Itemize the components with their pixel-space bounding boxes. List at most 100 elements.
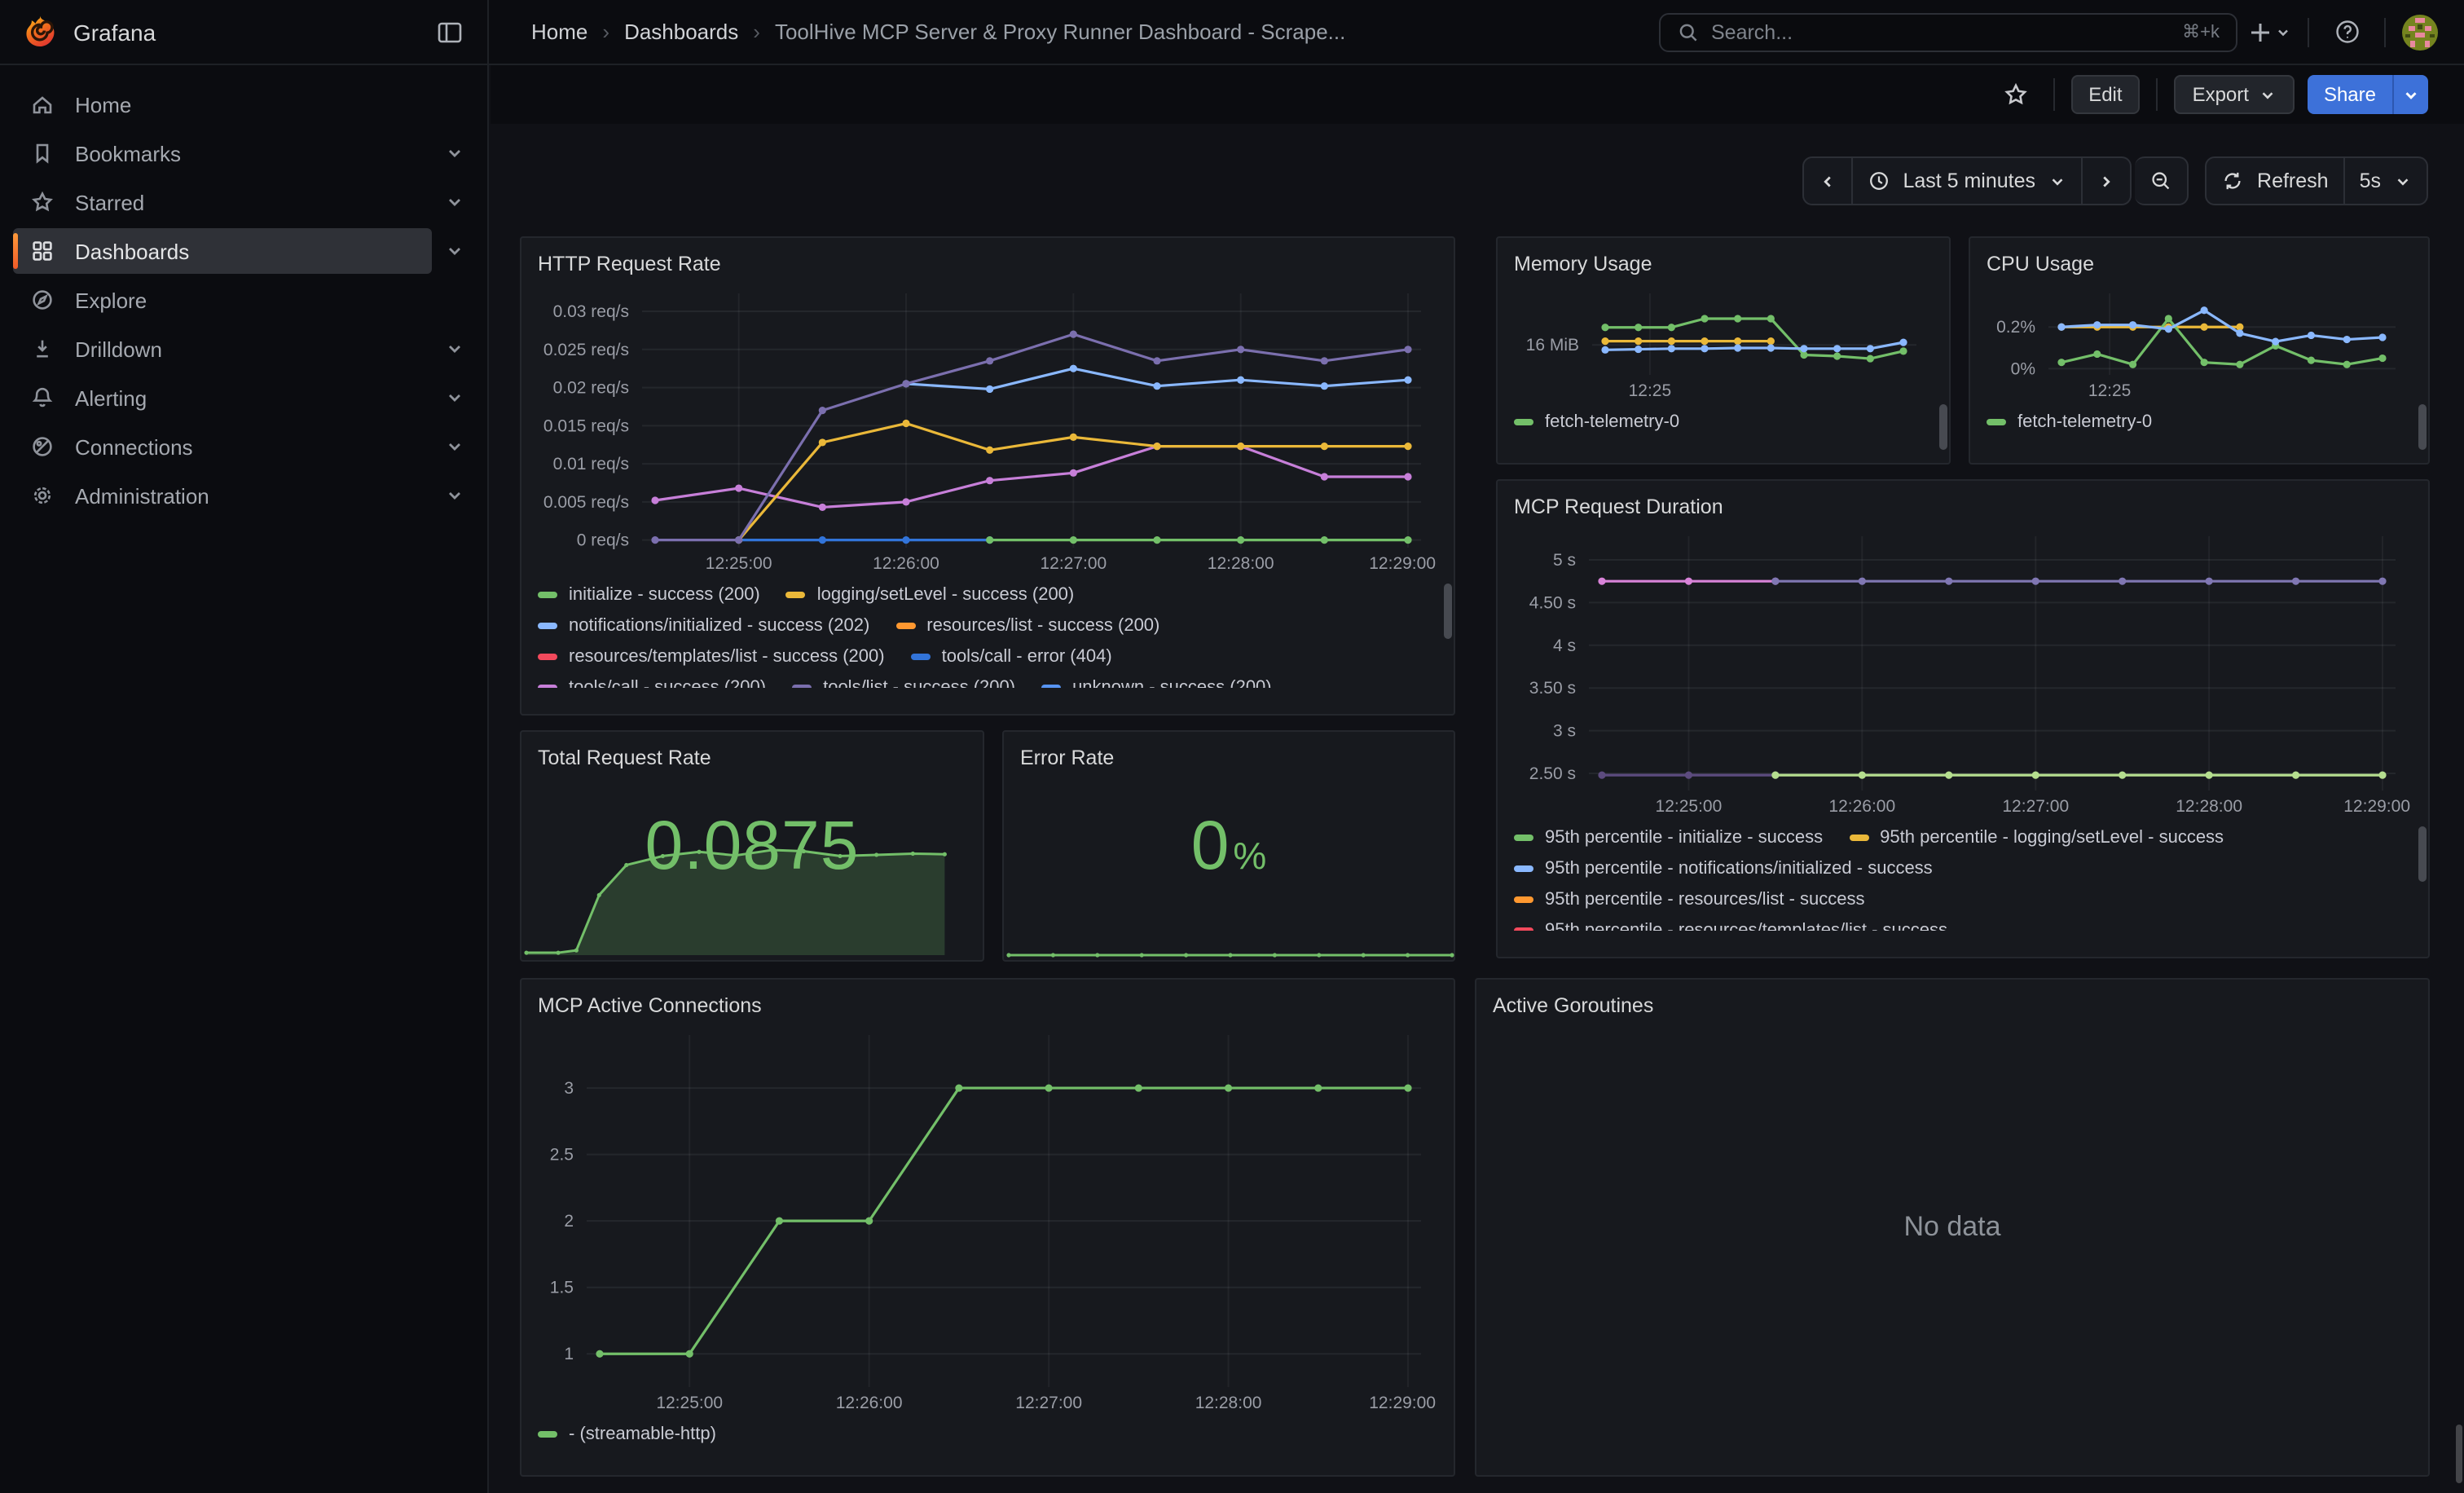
chevron-down-icon[interactable] bbox=[435, 375, 474, 421]
legend-item[interactable]: 95th percentile - resources/templates/li… bbox=[1514, 921, 1947, 931]
avatar[interactable] bbox=[2402, 14, 2438, 50]
time-range-label: Last 5 minutes bbox=[1903, 170, 2035, 192]
refresh-interval-picker[interactable]: 5s bbox=[2345, 156, 2428, 205]
share-options-chevron[interactable] bbox=[2392, 75, 2428, 114]
legend-swatch bbox=[538, 623, 557, 629]
panel-memory-usage: Memory Usage 16 MiB12:25 fetch-telemetry… bbox=[1496, 236, 1951, 465]
legend-swatch bbox=[538, 654, 557, 660]
http-legend: initialize - success (200) logging/setLev… bbox=[538, 574, 1437, 688]
export-button[interactable]: Export bbox=[2175, 75, 2295, 114]
legend-label: resources/templates/list - success (200) bbox=[569, 647, 885, 667]
legend-row: 95th percentile - resources/templates/li… bbox=[1514, 921, 2412, 931]
legend-row: 95th percentile - notifications/initiali… bbox=[1514, 859, 2412, 879]
dock-menu-icon[interactable] bbox=[429, 11, 471, 53]
legend-item[interactable]: 95th percentile - initialize - success bbox=[1514, 828, 1823, 848]
legend-item[interactable]: fetch-telemetry-0 bbox=[1514, 412, 1679, 432]
chevron-down-icon bbox=[2275, 24, 2291, 40]
legend-item[interactable]: initialize - success (200) bbox=[538, 585, 760, 605]
svg-text:16 MiB: 16 MiB bbox=[1526, 336, 1579, 355]
refresh-interval-label: 5s bbox=[2360, 170, 2381, 192]
panel-title[interactable]: CPU Usage bbox=[1987, 251, 2412, 277]
sidebar-item-label: Explore bbox=[75, 288, 147, 312]
legend-item[interactable]: tools/list - success (200) bbox=[792, 678, 1015, 688]
refresh-label: Refresh bbox=[2257, 170, 2329, 192]
sidebar-item-label: Dashboards bbox=[75, 239, 189, 263]
legend-item[interactable]: - (streamable-http) bbox=[538, 1425, 716, 1444]
chevron-down-icon[interactable] bbox=[435, 424, 474, 469]
legend-item[interactable]: notifications/initialized - success (202… bbox=[538, 616, 869, 636]
sidebar-item-connections-link[interactable]: Connections bbox=[13, 424, 432, 469]
zoom-out-button[interactable] bbox=[2135, 156, 2189, 205]
sidebar-item-drilldown-link[interactable]: Drilldown bbox=[13, 326, 432, 372]
chevron-down-icon[interactable] bbox=[435, 130, 474, 176]
legend-item[interactable]: 95th percentile - logging/setLevel - suc… bbox=[1849, 828, 2224, 848]
legend-label: tools/call - success (200) bbox=[569, 678, 766, 688]
chevron-down-icon bbox=[2048, 172, 2066, 190]
favorite-star-icon[interactable] bbox=[1994, 73, 2036, 116]
grafana-logo[interactable] bbox=[23, 15, 57, 49]
legend-item[interactable]: tools/call - success (200) bbox=[538, 678, 766, 688]
svg-text:3.50 s: 3.50 s bbox=[1529, 679, 1576, 698]
legend-scrollbar[interactable] bbox=[2418, 826, 2427, 882]
bookmark-icon bbox=[29, 140, 55, 166]
search-input[interactable]: Search... ⌘+k bbox=[1659, 12, 2237, 51]
legend-item[interactable]: resources/list - success (200) bbox=[895, 616, 1159, 636]
legend-scrollbar[interactable] bbox=[1444, 584, 1452, 639]
sidebar-item-explore-link[interactable]: Explore bbox=[13, 277, 474, 323]
legend-item[interactable]: unknown - success (200) bbox=[1041, 678, 1272, 688]
legend-item[interactable]: tools/call - error (404) bbox=[911, 647, 1112, 667]
legend-swatch bbox=[1514, 865, 1533, 872]
legend-item[interactable]: fetch-telemetry-0 bbox=[1987, 412, 2152, 432]
svg-text:12:27:00: 12:27:00 bbox=[1040, 554, 1107, 573]
sidebar-item-alerting-link[interactable]: Alerting bbox=[13, 375, 432, 421]
refresh-icon bbox=[2221, 170, 2244, 192]
time-shift-back-button[interactable] bbox=[1802, 156, 1852, 205]
breadcrumb-home[interactable]: Home bbox=[531, 20, 587, 44]
legend-item[interactable]: 95th percentile - resources/list - succe… bbox=[1514, 890, 1865, 909]
refresh-button[interactable]: Refresh bbox=[2205, 156, 2345, 205]
legend-item[interactable]: logging/setLevel - success (200) bbox=[786, 585, 1075, 605]
panel-title[interactable]: MCP Request Duration bbox=[1514, 494, 2412, 520]
mcp-active-connections-chart[interactable]: 32.521.5112:25:0012:26:0012:27:0012:28:0… bbox=[538, 1025, 1437, 1413]
chevron-down-icon[interactable] bbox=[435, 326, 474, 372]
panel-title[interactable]: MCP Active Connections bbox=[538, 993, 1437, 1019]
panel-title[interactable]: Error Rate bbox=[1020, 745, 1437, 771]
new-button[interactable] bbox=[2247, 19, 2291, 45]
refresh-group: Refresh 5s bbox=[2205, 156, 2428, 205]
legend-scrollbar[interactable] bbox=[1939, 404, 1947, 450]
svg-text:3: 3 bbox=[564, 1079, 574, 1098]
total-request-rate-value: 0.0875 bbox=[538, 807, 966, 885]
memory-usage-chart[interactable]: 16 MiB12:25 bbox=[1514, 284, 1933, 401]
legend-swatch bbox=[1514, 927, 1533, 931]
time-range-picker[interactable]: Last 5 minutes bbox=[1852, 156, 2083, 205]
panel-title[interactable]: HTTP Request Rate bbox=[538, 251, 1437, 277]
panel-title[interactable]: Memory Usage bbox=[1514, 251, 1933, 277]
edit-button[interactable]: Edit bbox=[2070, 75, 2140, 114]
sidebar-item-starred-link[interactable]: Starred bbox=[13, 179, 432, 225]
chevron-down-icon[interactable] bbox=[435, 179, 474, 225]
legend-scrollbar[interactable] bbox=[2418, 404, 2427, 450]
svg-text:12:25:00: 12:25:00 bbox=[1656, 797, 1723, 816]
http-request-rate-chart[interactable]: 0 req/s0.005 req/s0.01 req/s0.015 req/s0… bbox=[538, 284, 1437, 574]
compass-icon bbox=[29, 287, 55, 313]
cpu-usage-chart[interactable]: 0.2%0%12:25 bbox=[1987, 284, 2412, 401]
sidebar-item-dashboards-link[interactable]: Dashboards bbox=[13, 228, 432, 274]
dashboard-scrollbar[interactable] bbox=[2456, 1425, 2462, 1483]
svg-text:2.50 s: 2.50 s bbox=[1529, 764, 1576, 783]
help-icon[interactable] bbox=[2325, 11, 2368, 53]
legend-item[interactable]: 95th percentile - notifications/initiali… bbox=[1514, 859, 1933, 879]
sidebar-item-bookmarks-link[interactable]: Bookmarks bbox=[13, 130, 432, 176]
chevron-down-icon[interactable] bbox=[435, 228, 474, 274]
breadcrumb-dashboards[interactable]: Dashboards bbox=[624, 20, 738, 44]
panel-active-goroutines: Active Goroutines No data bbox=[1475, 978, 2430, 1477]
legend-swatch bbox=[895, 623, 915, 629]
legend-item[interactable]: resources/templates/list - success (200) bbox=[538, 647, 885, 667]
memory-legend: fetch-telemetry-0 bbox=[1514, 401, 1933, 443]
panel-title[interactable]: Total Request Rate bbox=[538, 745, 966, 771]
share-button[interactable]: Share bbox=[2308, 75, 2392, 114]
chevron-down-icon[interactable] bbox=[435, 473, 474, 518]
mcp-request-duration-chart[interactable]: 5 s4.50 s4 s3.50 s3 s2.50 s12:25:0012:26… bbox=[1514, 526, 2412, 817]
sidebar-item-administration-link[interactable]: Administration bbox=[13, 473, 432, 518]
time-shift-forward-button[interactable] bbox=[2083, 156, 2132, 205]
sidebar-item-home-link[interactable]: Home bbox=[13, 81, 474, 127]
